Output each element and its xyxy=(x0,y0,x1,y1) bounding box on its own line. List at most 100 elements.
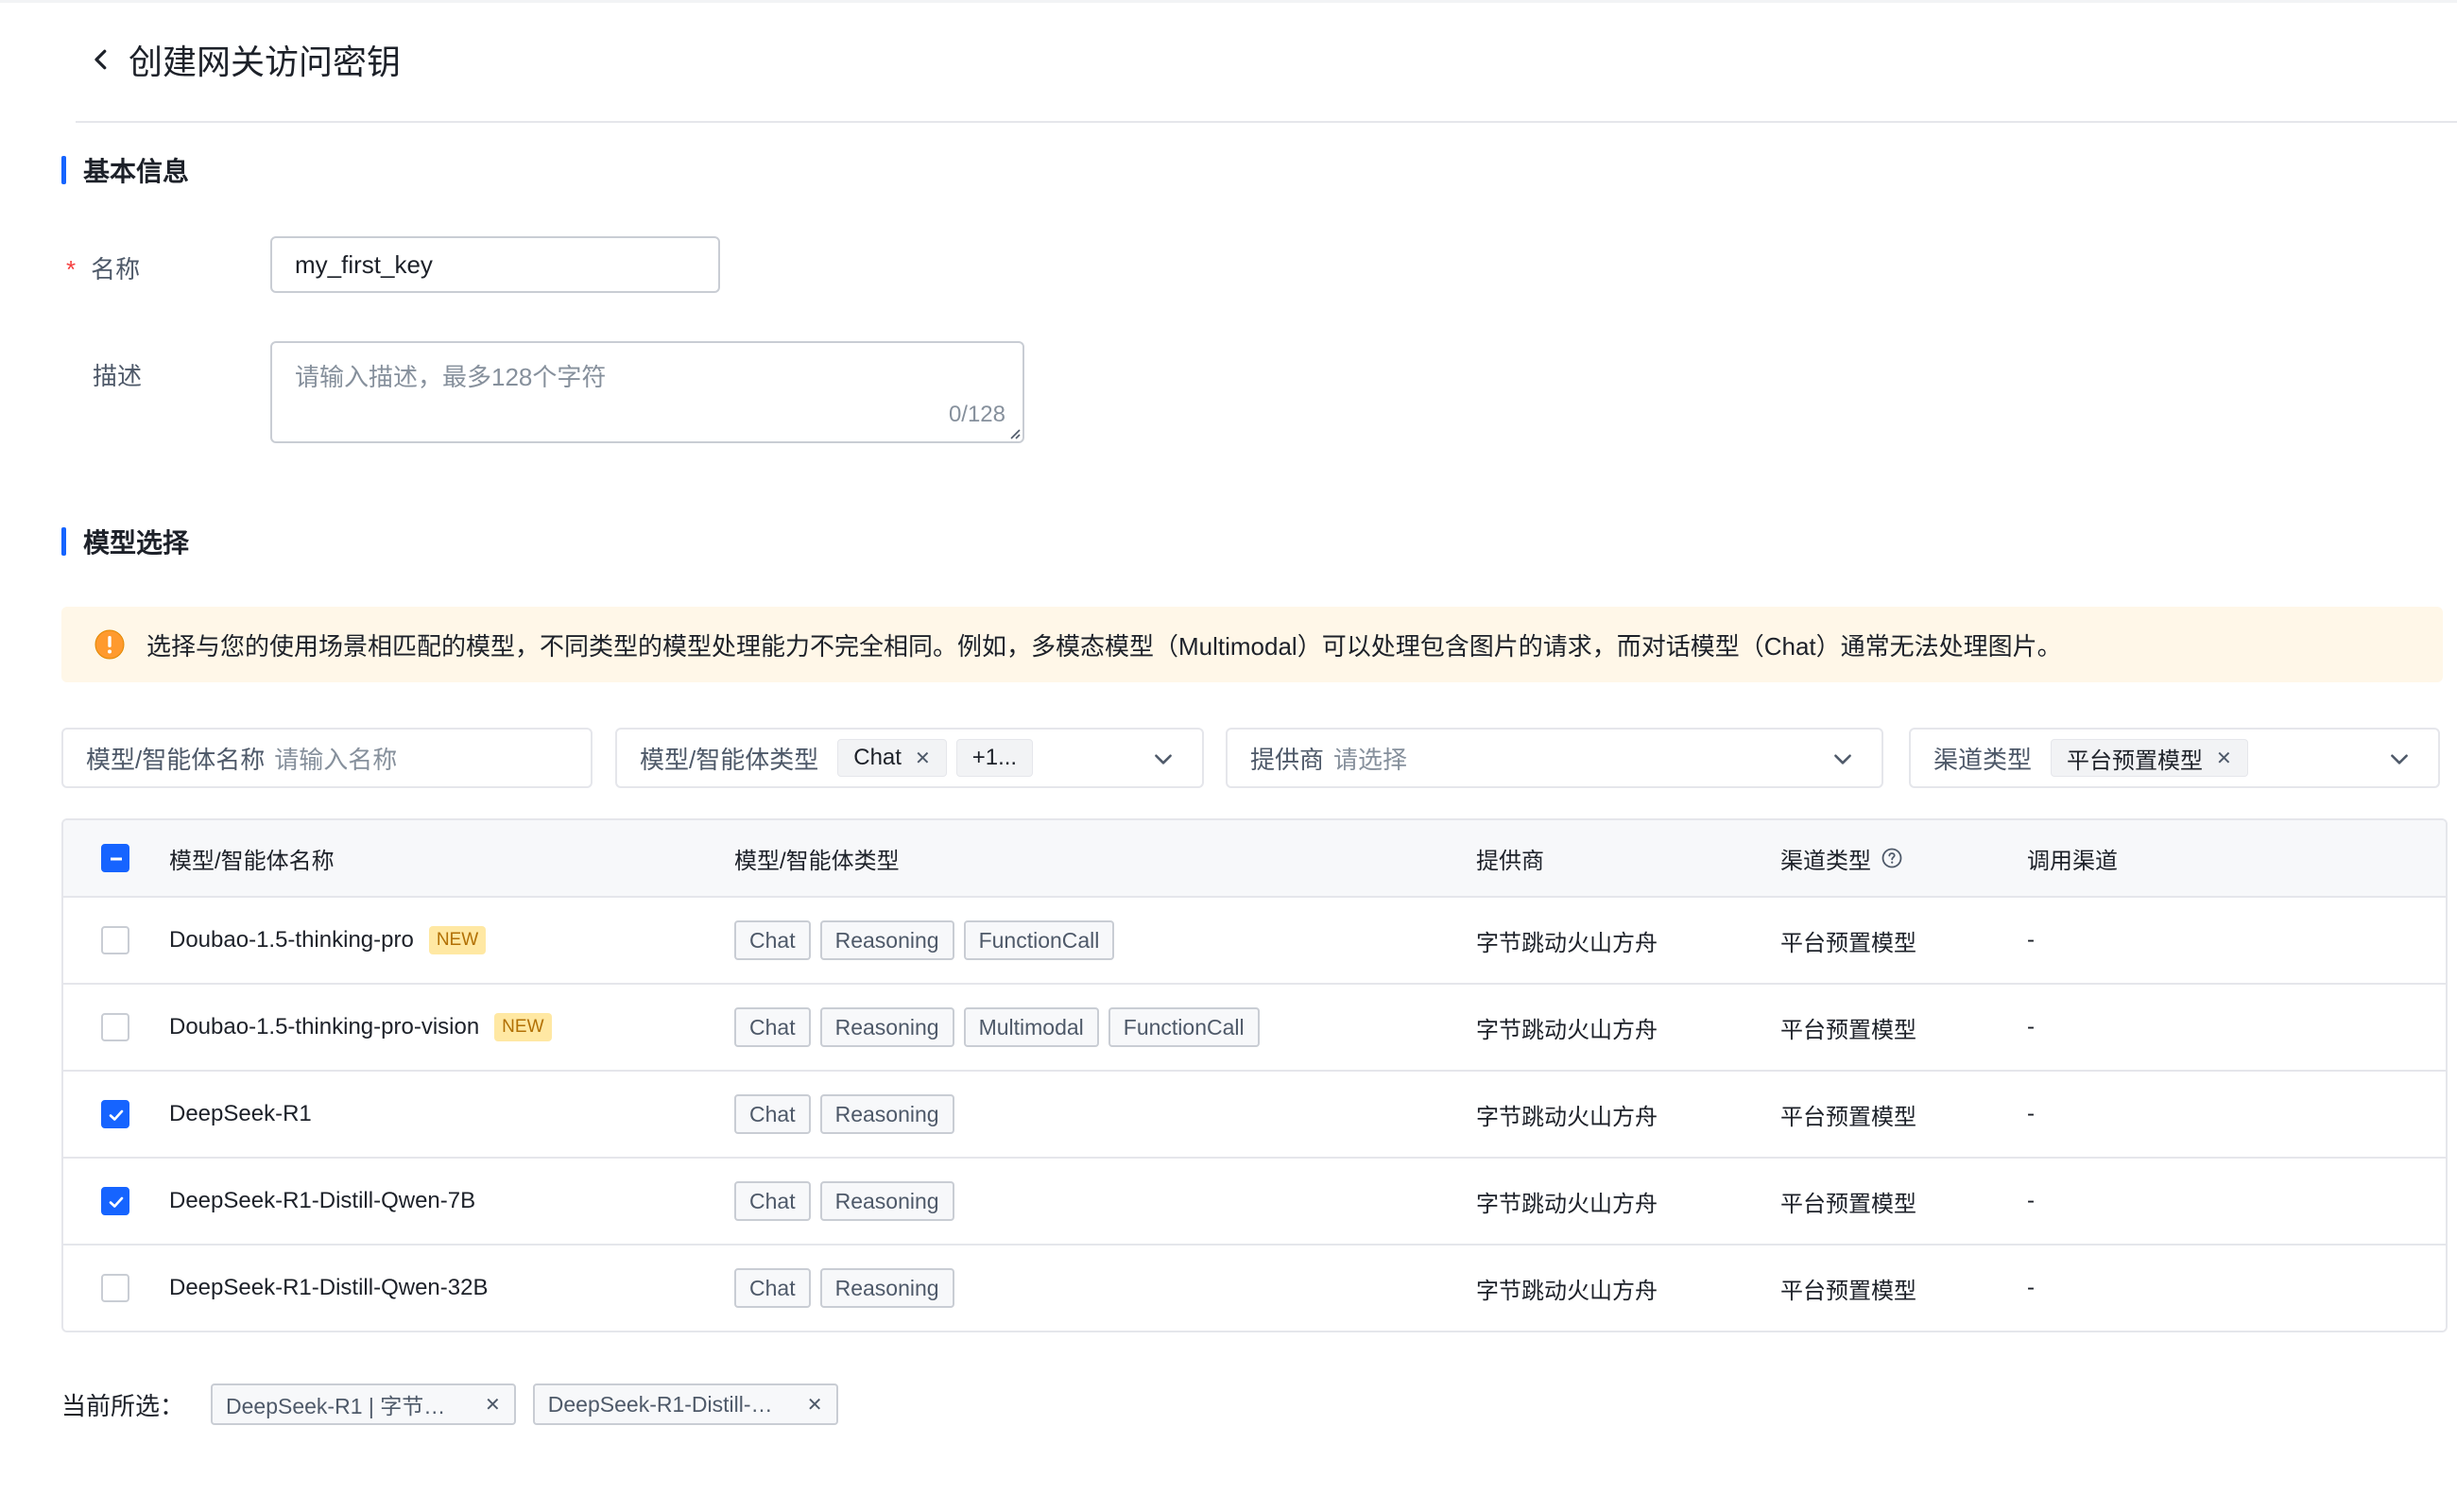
model-type-tag: Reasoning xyxy=(819,1268,954,1308)
chevron-down-icon[interactable] xyxy=(1151,747,1176,771)
chevron-down-icon[interactable] xyxy=(1830,747,1855,771)
close-icon[interactable]: ✕ xyxy=(807,1393,823,1417)
filter-name-placeholder: 请输入名称 xyxy=(274,745,398,774)
close-icon[interactable]: ✕ xyxy=(2216,747,2232,770)
header-name: 模型/智能体名称 xyxy=(169,848,335,874)
selection-label: 当前所选： xyxy=(61,1391,185,1420)
model-name-cell: Doubao-1.5-thinking-pro NEW xyxy=(169,898,487,983)
name-label: * 名称 xyxy=(66,255,141,284)
model-name: Doubao-1.5-thinking-pro xyxy=(169,927,414,953)
table-row[interactable]: DeepSeek-R1-Distill-Qwen-32B Chat Reasonin… xyxy=(63,1246,2446,1331)
filter-channel-select[interactable]: 渠道类型 平台预置模型 ✕ xyxy=(1909,728,2440,788)
model-name-cell: DeepSeek-R1 xyxy=(169,1072,312,1157)
route-cell: - xyxy=(2027,1014,2035,1040)
alert-text: 选择与您的使用场景相匹配的模型，不同类型的模型处理能力不完全相同。例如，多模态模… xyxy=(146,631,2062,661)
route-cell: - xyxy=(2027,1275,2035,1300)
model-type-tag: Reasoning xyxy=(819,1007,954,1047)
name-input-value: my_first_key xyxy=(295,249,433,279)
header-route: 调用渠道 xyxy=(2027,848,2118,874)
row-checkbox[interactable] xyxy=(101,1013,129,1041)
model-table: 模型/智能体名称 模型/智能体类型 提供商 渠道类型 调用渠道 Doubao-1… xyxy=(61,818,2448,1332)
table-row[interactable]: Doubao-1.5-thinking-pro-vision NEW Chat Rea… xyxy=(63,985,2446,1072)
model-type-tag: Chat xyxy=(734,920,811,960)
model-name: Doubao-1.5-thinking-pro-vision xyxy=(169,1014,480,1040)
provider-cell: 字节跳动火山方舟 xyxy=(1476,1017,1658,1043)
provider-cell: 字节跳动火山方舟 xyxy=(1476,1191,1658,1217)
model-name: DeepSeek-R1-Distill-Qwen-32B xyxy=(169,1275,489,1300)
selection-chip[interactable]: DeepSeek-R1-Distill-Q... ✕ xyxy=(532,1383,838,1425)
filter-provider-select[interactable]: 提供商 请选择 xyxy=(1226,728,1883,788)
model-type-tag: Multimodal xyxy=(963,1007,1099,1047)
current-selection: 当前所选： DeepSeek-R1 | 字节跳... ✕ DeepSeek-R1-… xyxy=(61,1383,855,1425)
header-provider: 提供商 xyxy=(1476,848,1544,874)
selection-chip[interactable]: DeepSeek-R1 | 字节跳... ✕ xyxy=(211,1383,516,1425)
model-name-cell: DeepSeek-R1-Distill-Qwen-7B xyxy=(169,1159,475,1244)
model-type-tag: Chat xyxy=(734,1268,811,1308)
name-input[interactable]: my_first_key xyxy=(270,236,720,293)
row-checkbox[interactable] xyxy=(101,1100,129,1128)
description-char-count: 0/128 xyxy=(948,402,1005,427)
route-cell: - xyxy=(2027,1188,2035,1213)
description-textarea[interactable]: 请输入描述，最多128个字符 0/128 xyxy=(270,341,1024,443)
model-type-cell: Chat Reasoning Multimodal FunctionCall xyxy=(734,985,1269,1070)
route-cell: - xyxy=(2027,1101,2035,1126)
model-type-tag: Chat xyxy=(734,1094,811,1134)
filter-name-input[interactable]: 模型/智能体名称 请输入名称 xyxy=(61,728,593,788)
route-cell: - xyxy=(2027,927,2035,953)
filter-type-select[interactable]: 模型/智能体类型 Chat ✕ +1... xyxy=(615,728,1204,788)
new-badge: NEW xyxy=(428,926,487,954)
model-type-cell: Chat Reasoning xyxy=(734,1159,964,1244)
close-icon[interactable]: ✕ xyxy=(915,747,931,770)
close-icon[interactable]: ✕ xyxy=(485,1393,501,1417)
header-type: 模型/智能体类型 xyxy=(734,848,900,874)
model-type-tag: Reasoning xyxy=(819,1181,954,1221)
select-all-checkbox[interactable] xyxy=(101,844,129,872)
filter-channel-label: 渠道类型 xyxy=(1933,745,2033,774)
chevron-down-icon[interactable] xyxy=(2387,747,2412,771)
provider-cell: 字节跳动火山方舟 xyxy=(1476,930,1658,956)
model-type-tag: Chat xyxy=(734,1007,811,1047)
section-basic-info: 基本信息 xyxy=(61,151,189,189)
section-title-model: 模型选择 xyxy=(83,528,190,558)
filter-channel-chip[interactable]: 平台预置模型 ✕ xyxy=(2051,739,2248,777)
model-type-tag: Reasoning xyxy=(819,920,954,960)
chevron-left-icon[interactable] xyxy=(87,45,115,74)
section-model-select: 模型选择 xyxy=(61,523,189,560)
model-type-cell: Chat Reasoning xyxy=(734,1072,964,1157)
filter-type-more[interactable]: +1... xyxy=(955,739,1034,777)
channel-cell: 平台预置模型 xyxy=(1780,1017,1916,1043)
row-checkbox[interactable] xyxy=(101,1274,129,1302)
question-circle-icon[interactable] xyxy=(1881,847,1903,869)
model-name: DeepSeek-R1 xyxy=(169,1101,312,1126)
row-checkbox[interactable] xyxy=(101,1187,129,1215)
resize-grip-icon[interactable] xyxy=(1007,426,1021,439)
filter-name-label: 模型/智能体名称 xyxy=(86,745,266,774)
model-type-cell: Chat Reasoning xyxy=(734,1246,964,1331)
filter-provider-label: 提供商 xyxy=(1250,745,1325,774)
filter-type-chip[interactable]: Chat ✕ xyxy=(837,739,947,777)
model-type-cell: Chat Reasoning FunctionCall xyxy=(734,898,1124,983)
model-name: DeepSeek-R1-Distill-Qwen-7B xyxy=(169,1188,476,1213)
description-label: 描述 xyxy=(93,362,143,390)
back-button[interactable]: 创建网关访问密钥 xyxy=(76,26,401,93)
table-header: 模型/智能体名称 模型/智能体类型 提供商 渠道类型 调用渠道 xyxy=(63,820,2446,898)
filter-provider-placeholder: 请选择 xyxy=(1333,745,1408,774)
channel-cell: 平台预置模型 xyxy=(1780,1191,1916,1217)
model-type-tag: Chat xyxy=(734,1181,811,1221)
row-checkbox[interactable] xyxy=(101,926,129,954)
warning-icon xyxy=(94,629,125,660)
provider-cell: 字节跳动火山方舟 xyxy=(1476,1104,1658,1130)
section-title-basic: 基本信息 xyxy=(83,157,190,186)
filter-type-label: 模型/智能体类型 xyxy=(640,745,819,774)
table-row[interactable]: Doubao-1.5-thinking-pro NEW Chat Reasoning F… xyxy=(63,898,2446,985)
section-accent-bar xyxy=(61,156,66,184)
model-type-tag: FunctionCall xyxy=(963,920,1115,960)
section-accent-bar xyxy=(61,527,66,556)
channel-cell: 平台预置模型 xyxy=(1780,1278,1916,1304)
table-row[interactable]: DeepSeek-R1-Distill-Qwen-7B Chat Reasoning… xyxy=(63,1159,2446,1246)
header-channel: 渠道类型 xyxy=(1780,820,1903,896)
provider-cell: 字节跳动火山方舟 xyxy=(1476,1278,1658,1304)
page-header: 创建网关访问密钥 xyxy=(76,26,2457,123)
table-row[interactable]: DeepSeek-R1 Chat Reasoning 字节跳动火山方舟 平台预置模型 - xyxy=(63,1072,2446,1159)
model-name-cell: DeepSeek-R1-Distill-Qwen-32B xyxy=(169,1246,488,1331)
